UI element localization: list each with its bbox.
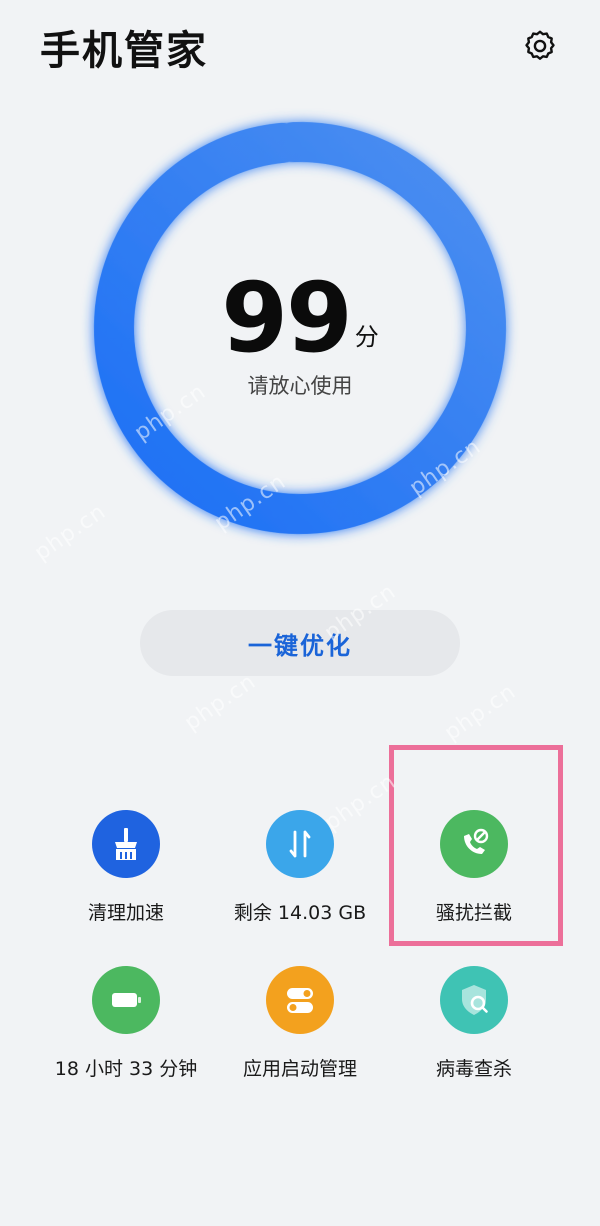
tool-clean-speedup[interactable]: 清理加速 — [26, 810, 226, 925]
app-title: 手机管家 — [40, 28, 208, 74]
tool-label: 剩余 14.03 GB — [233, 902, 367, 924]
tool-label: 18 小时 33 分钟 — [54, 1058, 198, 1080]
score-status: 请放心使用 — [247, 374, 353, 398]
battery-icon — [92, 966, 160, 1034]
broom-icon — [92, 810, 160, 878]
tool-label: 应用启动管理 — [242, 1058, 357, 1080]
highlight-box — [389, 745, 563, 946]
gear-icon — [525, 30, 555, 60]
watermark: php.cn — [440, 679, 521, 746]
tool-battery[interactable]: 18 小时 33 分钟 — [26, 966, 226, 1081]
score-unit: 分 — [354, 323, 379, 351]
score-value: 99 — [221, 262, 353, 374]
tool-storage[interactable]: 剩余 14.03 GB — [200, 810, 400, 925]
toggle-switch-icon — [266, 966, 334, 1034]
tool-app-launch-manager[interactable]: 应用启动管理 — [200, 966, 400, 1081]
settings-button[interactable] — [518, 24, 562, 68]
transfer-arrows-icon — [266, 810, 334, 878]
one-key-optimize-button[interactable]: 一键优化 — [140, 610, 460, 676]
tool-label: 病毒查杀 — [435, 1058, 512, 1080]
tool-label: 清理加速 — [87, 902, 164, 924]
tool-virus-scan[interactable]: 病毒查杀 — [374, 966, 574, 1081]
shield-search-icon — [440, 966, 508, 1034]
score-display: 99 分 — [80, 270, 520, 366]
watermark: php.cn — [180, 669, 261, 736]
